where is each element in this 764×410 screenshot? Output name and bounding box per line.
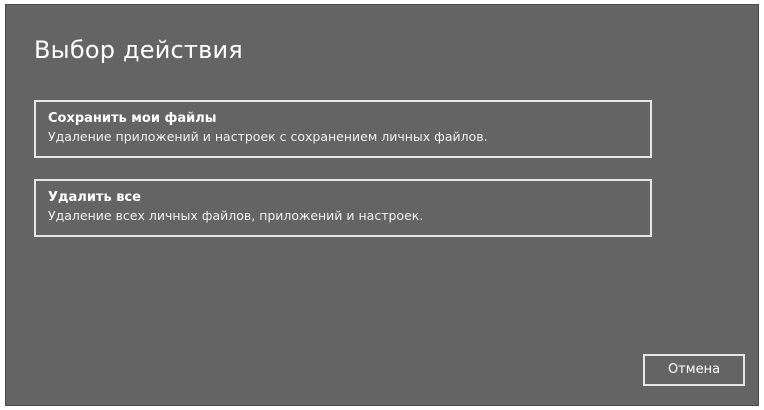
- option-description: Удаление всех личных файлов, приложений …: [48, 208, 424, 223]
- option-title: Удалить все: [48, 190, 141, 205]
- keep-my-files-option[interactable]: Сохранить мои файлы Удаление приложений …: [34, 100, 652, 158]
- reset-pc-dialog: Выбор действия Сохранить мои файлы Удале…: [5, 4, 759, 406]
- dialog-title: Выбор действия: [34, 36, 243, 64]
- remove-everything-option[interactable]: Удалить все Удаление всех личных файлов,…: [34, 179, 652, 237]
- option-description: Удаление приложений и настроек с сохране…: [48, 129, 488, 144]
- cancel-button[interactable]: Отмена: [643, 354, 745, 386]
- option-title: Сохранить мои файлы: [48, 111, 217, 126]
